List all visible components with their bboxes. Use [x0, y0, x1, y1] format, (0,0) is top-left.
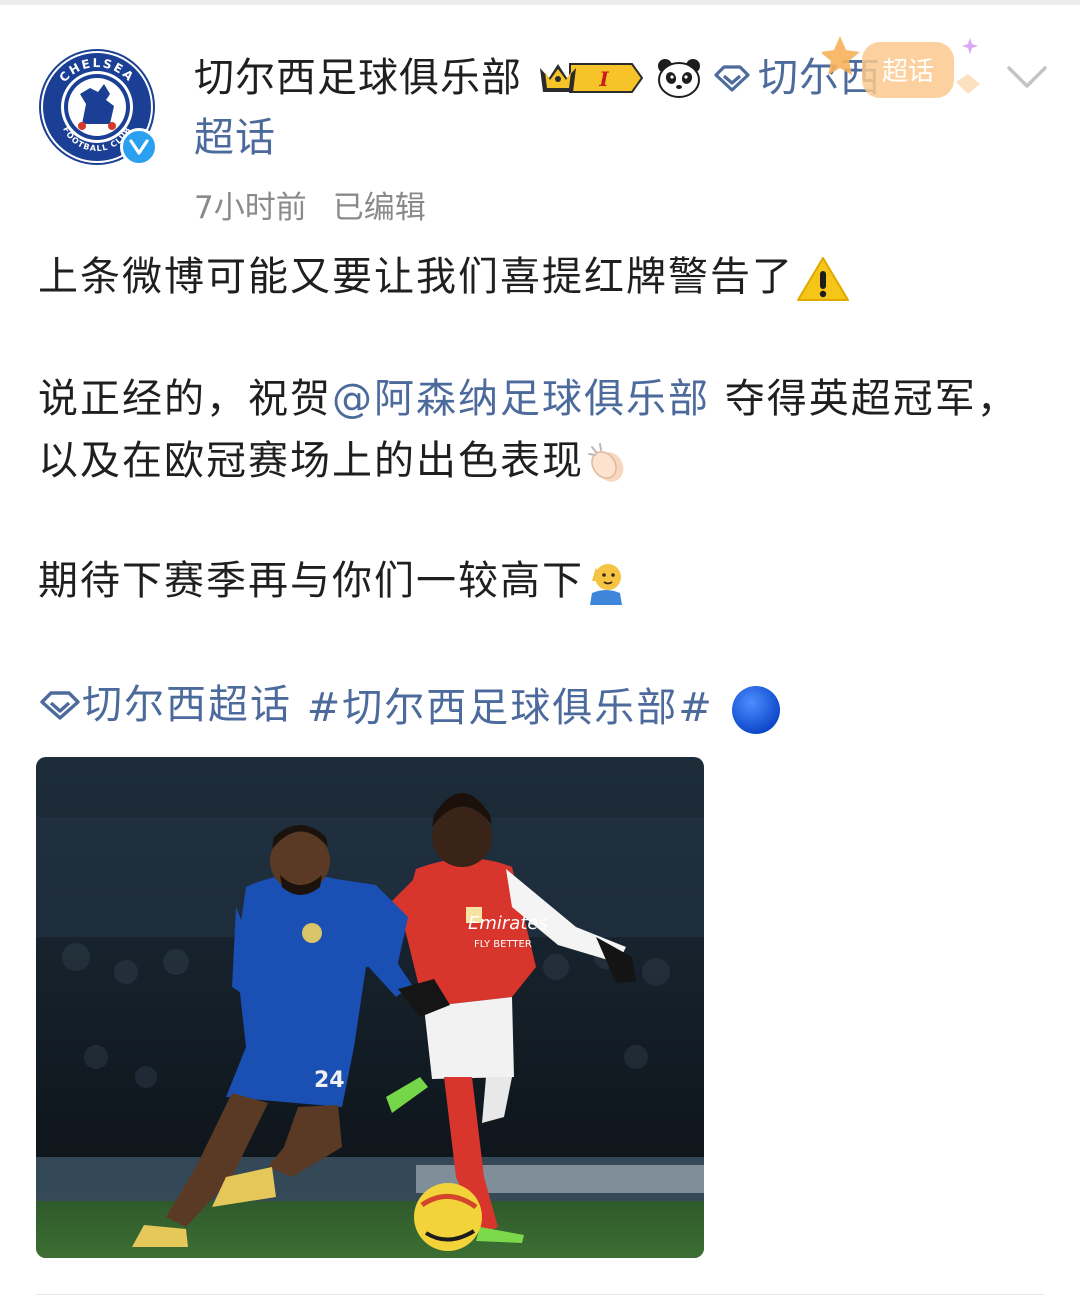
- panda-icon[interactable]: [656, 57, 702, 99]
- sticker-label: 超话: [882, 57, 934, 87]
- badge-level: I: [598, 67, 609, 91]
- post-text-line1: 上条微博可能又要让我们喜提红牌警告了: [38, 246, 1048, 308]
- line3-text: 期待下赛季再与你们一较高下: [38, 558, 584, 604]
- chevron-down-icon[interactable]: [1004, 60, 1050, 94]
- salute-emoji: [590, 564, 622, 605]
- author-name[interactable]: 切尔西足球俱乐部: [194, 52, 522, 104]
- verified-icon: [120, 128, 158, 166]
- post-time: 7小时前: [194, 190, 307, 226]
- post-meta: 7小时前 已编辑: [194, 182, 426, 227]
- hashtag-link[interactable]: #切尔西足球俱乐部#: [292, 685, 728, 731]
- blue-circle-emoji: [732, 686, 781, 734]
- warning-emoji: [797, 257, 849, 301]
- super-topic-tag[interactable]: 切尔西超话: [38, 674, 292, 736]
- photo-sponsor-sub: FLY BETTER: [474, 939, 532, 950]
- line1-text: 上条微博可能又要让我们喜提红牌警告了: [38, 254, 794, 300]
- edited-label[interactable]: 已编辑: [333, 182, 426, 227]
- super-topic-tag-icon: [40, 691, 80, 720]
- post-tags-line: 切尔西超话 #切尔西足球俱乐部#: [38, 674, 1048, 739]
- top-divider: [0, 0, 1080, 5]
- author-line: 切尔西足球俱乐部 I 切尔西: [194, 52, 881, 104]
- clap-emoji: [588, 443, 624, 482]
- bottom-divider: [36, 1294, 1044, 1295]
- post-photo[interactable]: Emirates FLY BETTER 24: [36, 757, 704, 1258]
- post-text-line2: 说正经的，祝贺@阿森纳足球俱乐部 夺得英超冠军，以及在欧冠赛场上的出色表现: [38, 368, 1048, 492]
- photo-sponsor: Emirates: [468, 913, 548, 934]
- line2-text-a: 说正经的，祝贺: [38, 376, 332, 422]
- mention-link[interactable]: @阿森纳足球俱乐部: [332, 376, 710, 422]
- super-topic-sticker: 超话: [822, 36, 980, 98]
- super-topic-icon: [714, 65, 750, 92]
- post-text-line3: 期待下赛季再与你们一较高下: [38, 550, 1048, 612]
- photo-home-number: 24: [314, 1068, 345, 1093]
- super-topic-tag-label: 切尔西超话: [82, 682, 292, 728]
- crown-badge-icon[interactable]: I: [536, 58, 644, 98]
- super-topic-label-line2[interactable]: 超话: [194, 112, 276, 164]
